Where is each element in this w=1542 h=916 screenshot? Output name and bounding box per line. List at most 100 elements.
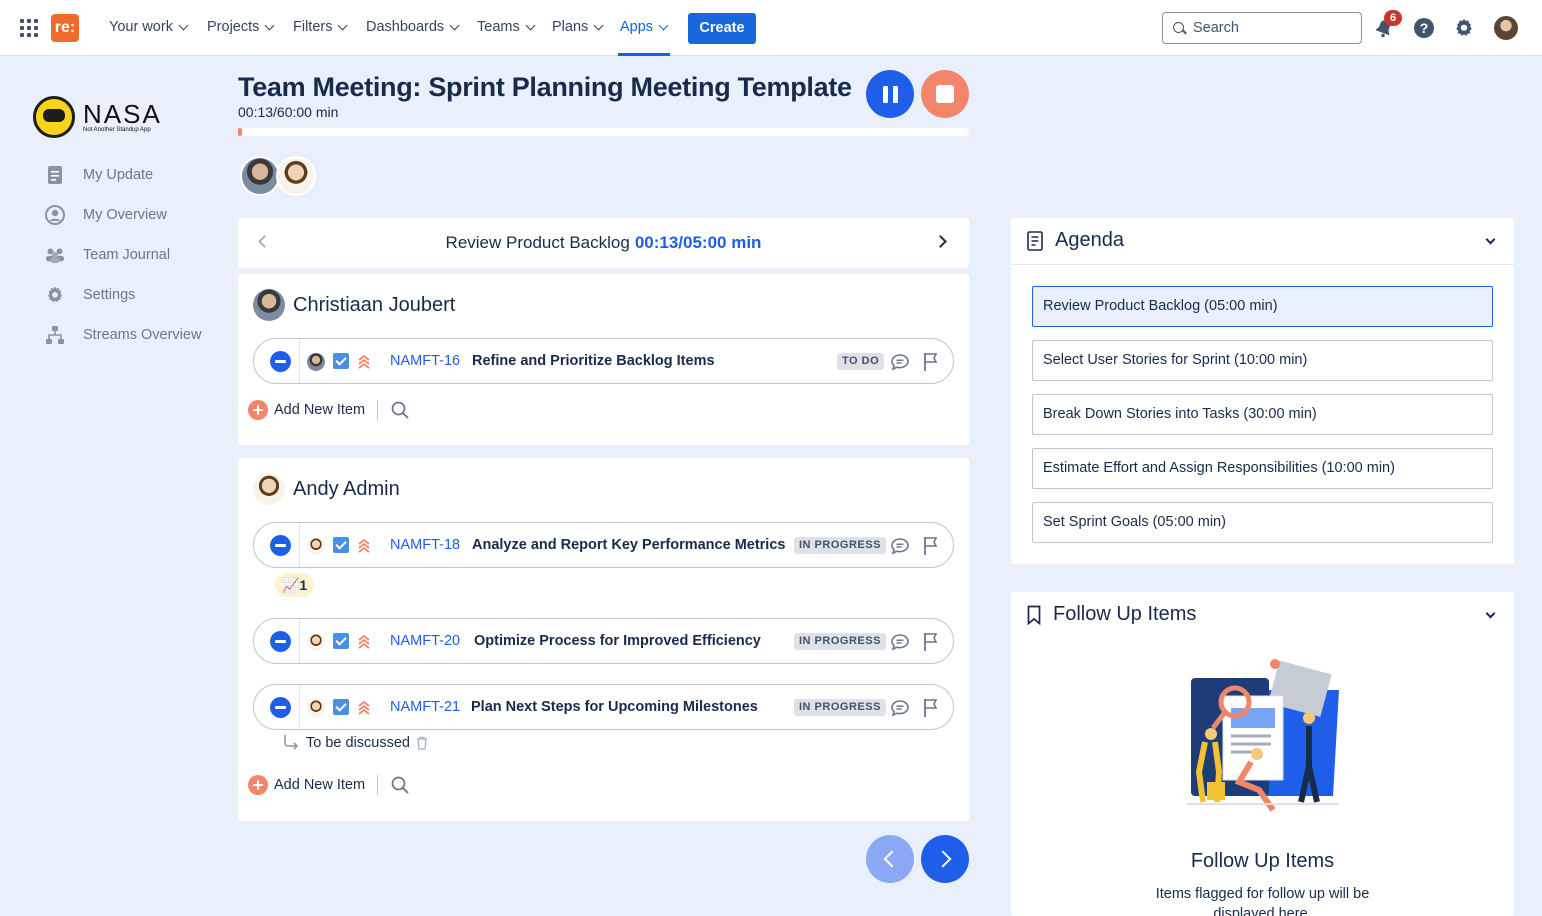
- sidebar-item-my-overview[interactable]: My Overview: [45, 203, 167, 227]
- sidebar-item-team-journal[interactable]: Team Journal: [45, 243, 170, 267]
- standup-item-row[interactable]: NAMFT-20 Optimize Process for Improved E…: [253, 618, 954, 664]
- agenda-item[interactable]: Break Down Stories into Tasks (30:00 min…: [1032, 394, 1493, 435]
- agenda-item[interactable]: Set Sprint Goals (05:00 min): [1032, 502, 1493, 543]
- add-icon[interactable]: [248, 775, 268, 795]
- issue-title[interactable]: Refine and Prioritize Backlog Items: [472, 353, 715, 369]
- reaction-badge[interactable]: 📈1: [275, 573, 315, 597]
- chevron-down-icon[interactable]: [1485, 234, 1496, 245]
- search-input[interactable]: Search: [1162, 12, 1362, 44]
- standup-item-row[interactable]: NAMFT-18 Analyze and Report Key Performa…: [253, 522, 954, 568]
- remove-item-button[interactable]: [270, 697, 291, 718]
- issue-key-link[interactable]: NAMFT-21: [390, 699, 460, 715]
- search-icon: [1173, 22, 1184, 33]
- flag-icon[interactable]: [922, 536, 940, 556]
- team-icon: [45, 245, 65, 265]
- standup-item-row[interactable]: NAMFT-16 Refine and Prioritize Backlog I…: [253, 338, 954, 384]
- hierarchy-icon: [45, 325, 65, 345]
- site-logo[interactable]: re:: [51, 14, 79, 42]
- follow-up-header[interactable]: Follow Up Items: [1027, 603, 1196, 626]
- priority-highest-icon: [358, 700, 370, 715]
- chevron-down-icon[interactable]: [1485, 608, 1496, 619]
- nav-your-work[interactable]: Your work: [109, 19, 189, 35]
- issue-key-link[interactable]: NAMFT-16: [390, 353, 460, 369]
- help-icon[interactable]: ?: [1414, 18, 1434, 38]
- nav-projects[interactable]: Projects: [207, 19, 275, 35]
- divider: [299, 523, 300, 567]
- issue-title[interactable]: Plan Next Steps for Upcoming Milestones: [471, 699, 758, 715]
- create-button[interactable]: Create: [688, 13, 756, 44]
- top-navigation-bar: re: Your work Projects Filters Dashboard…: [0, 0, 1542, 56]
- task-type-icon: [333, 353, 349, 369]
- standup-item-row[interactable]: NAMFT-21 Plan Next Steps for Upcoming Mi…: [253, 684, 954, 730]
- chevron-down-icon: [658, 20, 669, 30]
- issue-key-link[interactable]: NAMFT-20: [390, 633, 460, 649]
- issue-title[interactable]: Analyze and Report Key Performance Metri…: [472, 537, 785, 553]
- add-new-item-button[interactable]: Add New Item: [274, 777, 365, 793]
- priority-highest-icon: [358, 538, 370, 553]
- logo-subtitle: Not Another Standup App: [83, 127, 151, 133]
- comment-icon[interactable]: [890, 352, 910, 372]
- comment-icon[interactable]: [890, 536, 910, 556]
- status-badge: IN PROGRESS: [794, 699, 886, 716]
- nav-apps[interactable]: Apps: [620, 19, 669, 35]
- add-new-item-row: Add New Item: [248, 775, 410, 795]
- pause-button[interactable]: [866, 70, 914, 118]
- issue-title[interactable]: Optimize Process for Improved Efficiency: [474, 633, 761, 649]
- comment-icon[interactable]: [890, 632, 910, 652]
- follow-up-panel: Follow Up Items Follow Up Items Items fl…: [1011, 592, 1514, 916]
- app-switcher-icon[interactable]: [20, 19, 38, 37]
- priority-highest-icon: [358, 354, 370, 369]
- pause-icon: [882, 85, 888, 103]
- stop-button[interactable]: [921, 70, 969, 118]
- bookmark-icon: [1027, 605, 1041, 625]
- next-topic-button[interactable]: [921, 835, 969, 883]
- agenda-item[interactable]: Estimate Effort and Assign Responsibilit…: [1032, 448, 1493, 489]
- comment-icon[interactable]: [890, 698, 910, 718]
- divider: [377, 400, 379, 420]
- nav-teams[interactable]: Teams: [477, 19, 536, 35]
- flag-icon[interactable]: [922, 632, 940, 652]
- sidebar-item-streams-overview[interactable]: Streams Overview: [45, 323, 201, 347]
- add-new-item-row: Add New Item: [248, 400, 410, 420]
- user-avatar[interactable]: [1494, 16, 1518, 40]
- avatar: [253, 289, 285, 321]
- nav-label: Teams: [477, 19, 520, 35]
- previous-topic-icon[interactable]: [258, 235, 271, 248]
- flag-icon[interactable]: [922, 698, 940, 718]
- add-new-item-button[interactable]: Add New Item: [274, 402, 365, 418]
- flag-icon[interactable]: [922, 352, 940, 372]
- participant-avatar-andy[interactable]: [276, 156, 316, 196]
- remove-item-button[interactable]: [270, 535, 291, 556]
- nav-filters[interactable]: Filters: [293, 19, 348, 35]
- agenda-item[interactable]: Review Product Backlog (05:00 min): [1032, 286, 1493, 327]
- active-nav-indicator: [618, 53, 670, 56]
- search-icon[interactable]: [390, 775, 410, 795]
- sidebar-item-settings[interactable]: Settings: [45, 283, 135, 307]
- trash-icon[interactable]: [416, 736, 428, 750]
- add-icon[interactable]: [248, 400, 268, 420]
- search-placeholder: Search: [1193, 20, 1239, 36]
- user-circle-icon: [45, 205, 65, 225]
- nasa-logo[interactable]: NASA Not Another Standup App: [33, 96, 162, 138]
- remove-item-button[interactable]: [270, 351, 291, 372]
- previous-topic-button[interactable]: [866, 835, 914, 883]
- remove-item-button[interactable]: [270, 631, 291, 652]
- meeting-progress-bar: [238, 128, 969, 136]
- settings-gear-icon[interactable]: [1453, 17, 1475, 39]
- document-icon: [45, 165, 65, 185]
- sidebar-item-label: Settings: [83, 287, 136, 303]
- issue-key-link[interactable]: NAMFT-18: [390, 537, 460, 553]
- sidebar-item-my-update[interactable]: My Update: [45, 163, 153, 187]
- next-topic-icon[interactable]: [934, 235, 947, 248]
- participant-avatar-christiaan[interactable]: [240, 156, 280, 196]
- agenda-header[interactable]: Agenda: [1027, 229, 1124, 252]
- topic-name: Review Product Backlog: [445, 233, 630, 252]
- nav-dashboards[interactable]: Dashboards: [366, 19, 460, 35]
- search-icon[interactable]: [390, 400, 410, 420]
- person-card-christiaan: Christiaan Joubert NAMFT-16 Refine and P…: [238, 274, 969, 445]
- nav-plans[interactable]: Plans: [552, 19, 604, 35]
- task-type-icon: [333, 699, 349, 715]
- pause-icon: [892, 85, 898, 103]
- current-topic-bar: Review Product Backlog 00:13/05:00 min: [238, 218, 969, 268]
- agenda-item[interactable]: Select User Stories for Sprint (10:00 mi…: [1032, 340, 1493, 381]
